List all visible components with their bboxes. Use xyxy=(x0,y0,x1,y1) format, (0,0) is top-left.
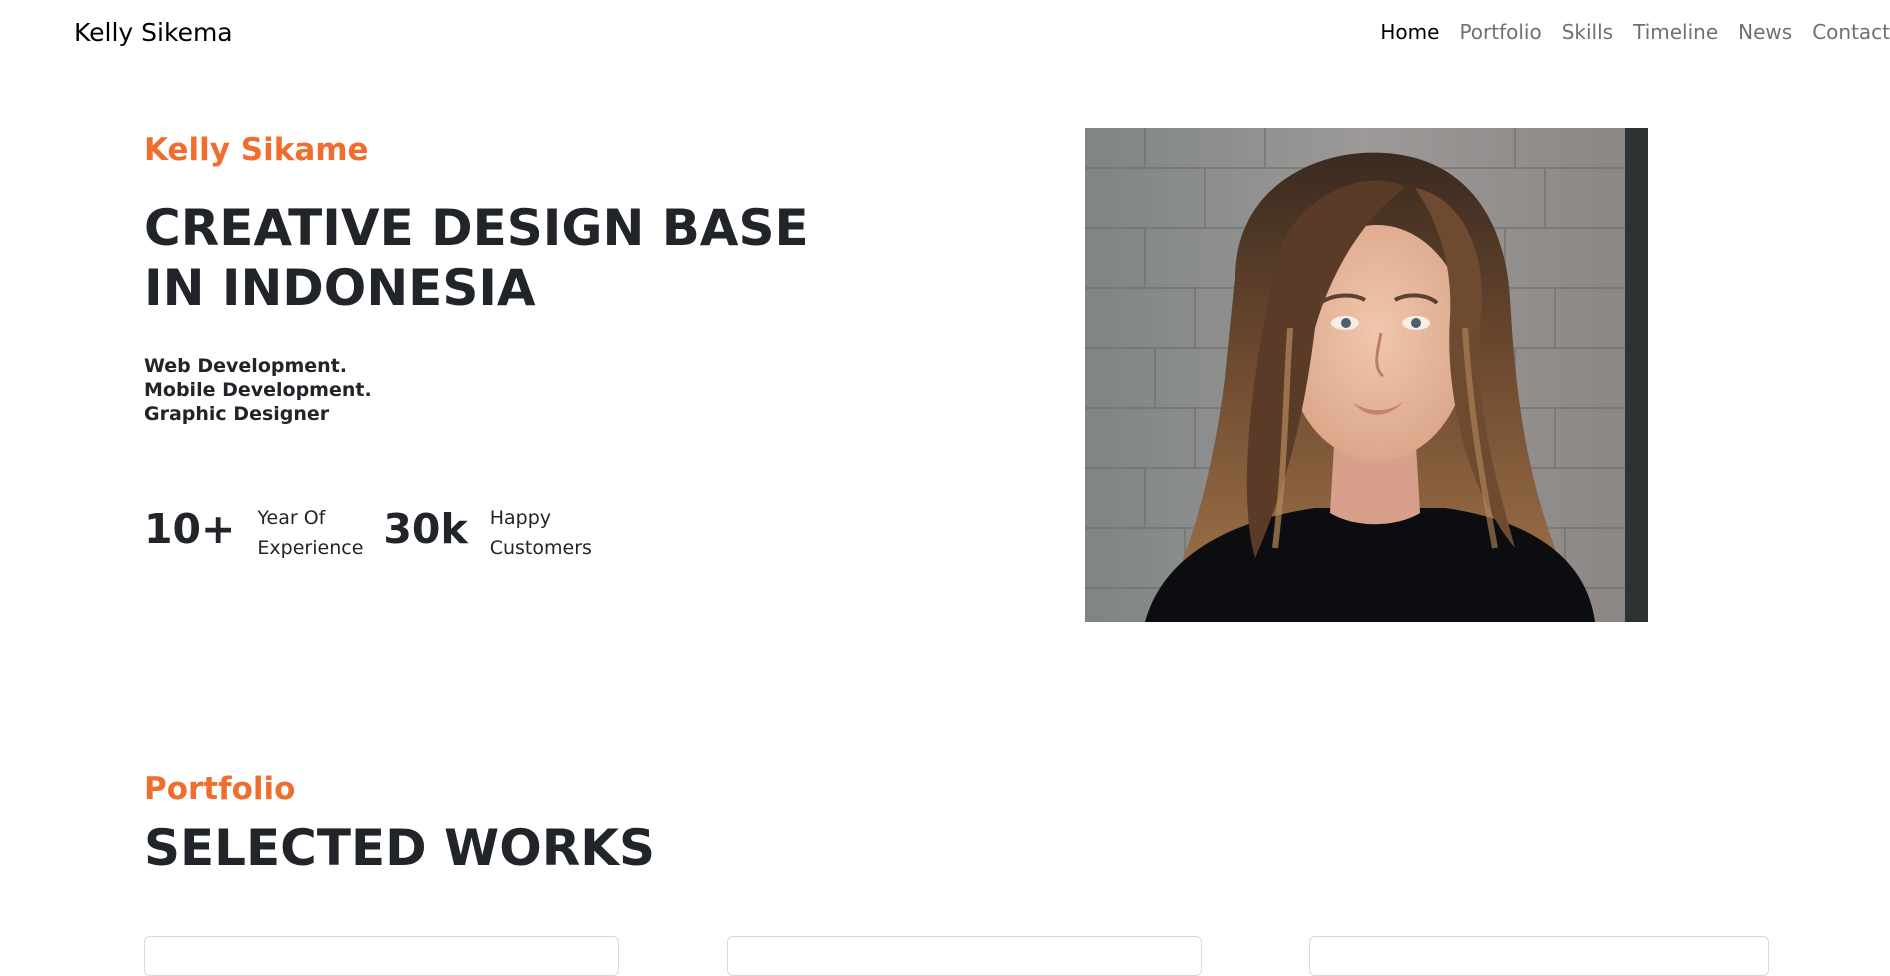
role-item: Graphic Designer xyxy=(144,403,330,425)
portfolio-card[interactable] xyxy=(1309,936,1769,976)
portfolio-card[interactable] xyxy=(144,936,619,976)
stat-label: Happy Customers xyxy=(490,503,592,563)
nav-link-news[interactable]: News xyxy=(1738,20,1792,44)
stat-customers: 30k Happy Customers xyxy=(383,505,592,563)
profile-photo xyxy=(1085,128,1648,622)
portfolio-title: SELECTED WORKS xyxy=(144,819,655,877)
portfolio-kicker: Portfolio xyxy=(144,771,296,807)
stat-label-line: Happy xyxy=(489,507,552,529)
stat-label: Year Of Experience xyxy=(257,503,363,563)
brand-link[interactable]: Kelly Sikema xyxy=(74,18,233,47)
portfolio-card[interactable] xyxy=(727,936,1202,976)
stat-label-line: Customers xyxy=(489,537,592,559)
role-item: Mobile Development. xyxy=(144,379,372,401)
nav-link-contact[interactable]: Contact xyxy=(1812,20,1890,44)
nav-link-skills[interactable]: Skills xyxy=(1562,20,1613,44)
nav-link-home[interactable]: Home xyxy=(1380,20,1439,44)
nav-link-portfolio[interactable]: Portfolio xyxy=(1459,20,1541,44)
stat-label-line: Experience xyxy=(257,537,364,559)
hero-title: CREATIVE DESIGN BASE IN INDONESIA xyxy=(144,199,809,317)
stat-label-line: Year Of xyxy=(257,507,326,529)
stat-experience: 10+ Year Of Experience xyxy=(144,505,363,563)
stat-number: 10+ xyxy=(144,505,236,553)
nav-link-timeline[interactable]: Timeline xyxy=(1633,20,1718,44)
hero-kicker: Kelly Sikame xyxy=(144,132,369,168)
top-navbar: Kelly Sikema Home Portfolio Skills Timel… xyxy=(0,0,1890,68)
stat-number: 30k xyxy=(383,505,468,553)
stats-row: 10+ Year Of Experience 30k Happy Custome… xyxy=(144,505,612,563)
role-item: Web Development. xyxy=(144,355,347,377)
roles-list: Web Development. Mobile Development. Gra… xyxy=(144,354,372,426)
nav-links: Home Portfolio Skills Timeline News Cont… xyxy=(1380,20,1890,44)
